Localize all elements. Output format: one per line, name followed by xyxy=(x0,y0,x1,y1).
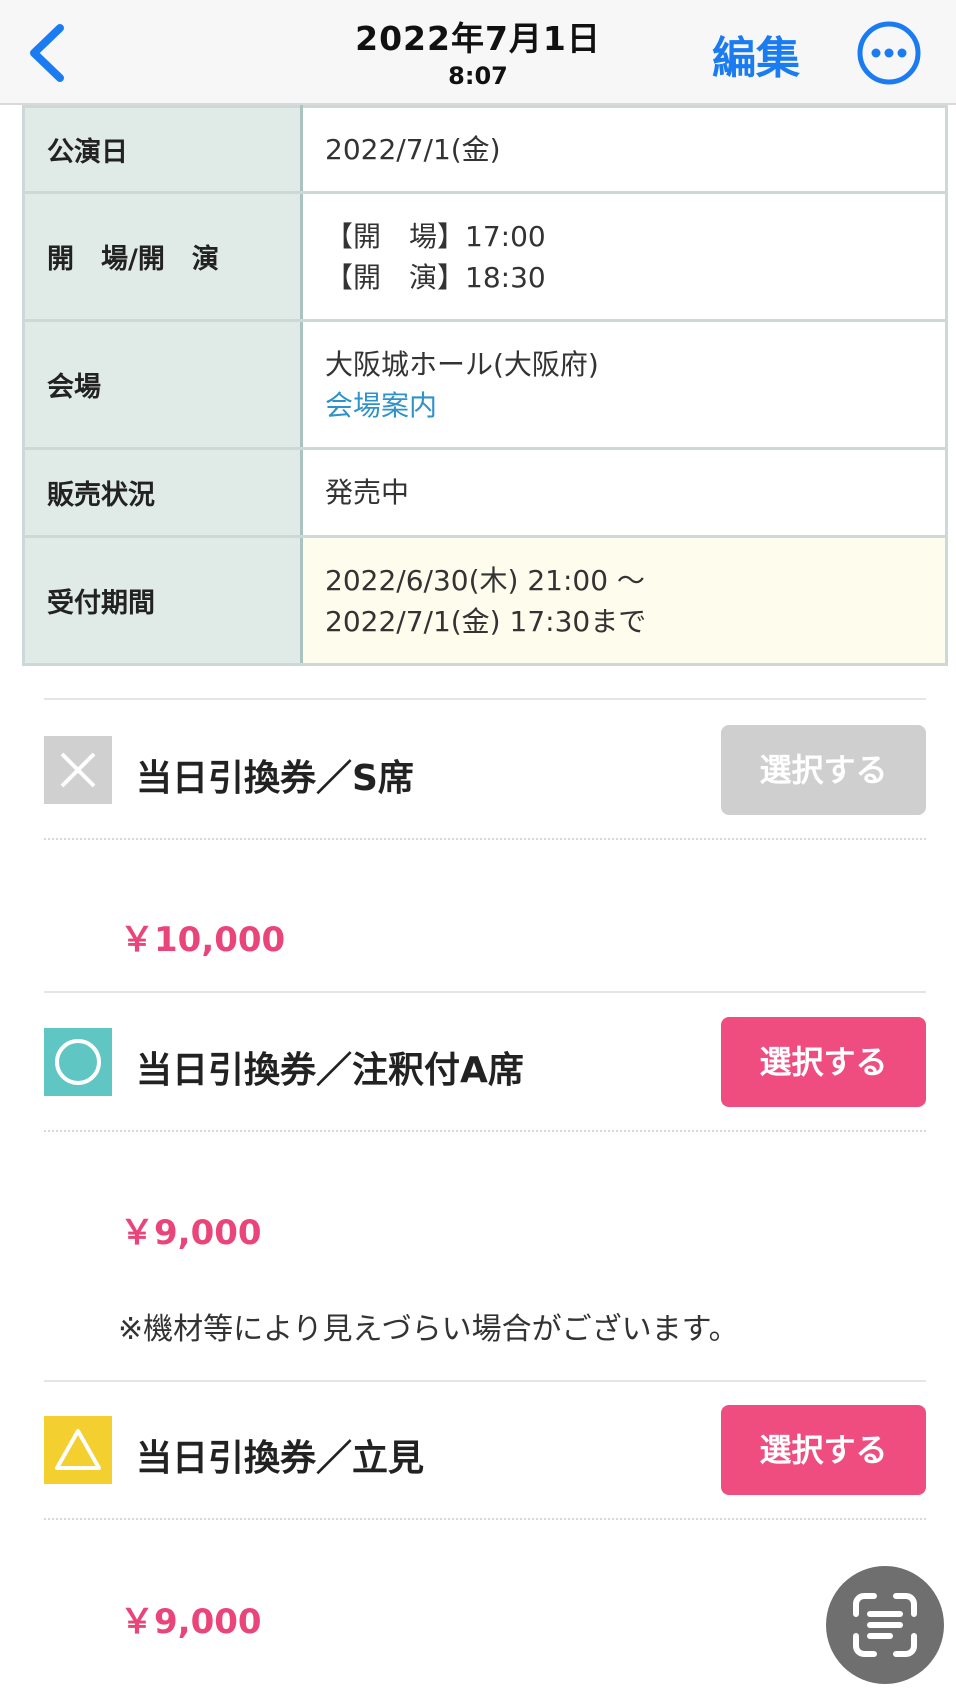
ticket-name: 当日引換券／立見 xyxy=(136,1438,425,1479)
info-row-status: 販売状況 発売中 xyxy=(22,447,948,538)
select-button-standing[interactable]: 選択する xyxy=(721,1405,926,1495)
ticket-row-standing: 当日引換券／立見 選択する xyxy=(44,1405,926,1495)
info-value-line: 【開 演】18:30 xyxy=(325,260,546,294)
select-button-s-seat[interactable]: 選択する xyxy=(721,725,926,815)
cross-icon xyxy=(44,736,112,804)
info-value-date: 2022/7/1(金) xyxy=(300,105,948,194)
info-row-times: 開 場/開 演 【開 場】17:00 【開 演】18:30 xyxy=(22,191,948,322)
info-value-status: 発売中 xyxy=(300,447,948,538)
info-value-venue: 大阪城ホール(大阪府) 会場案内 xyxy=(300,319,948,450)
more-icon xyxy=(857,21,921,85)
performance-info-table: 公演日 2022/7/1(金) 開 場/開 演 【開 場】17:00 【開 演】… xyxy=(22,105,948,666)
ticket-price: ￥9,000 xyxy=(120,1602,262,1642)
scan-text-button[interactable] xyxy=(826,1566,944,1684)
divider xyxy=(44,1518,926,1520)
info-row-venue: 会場 大阪城ホール(大阪府) 会場案内 xyxy=(22,319,948,450)
divider xyxy=(44,991,926,993)
info-label-date: 公演日 xyxy=(22,105,303,194)
ticket-name: 当日引換券／注釈付A席 xyxy=(136,1050,524,1091)
page-title-time: 8:07 xyxy=(448,62,508,90)
info-row-date: 公演日 2022/7/1(金) xyxy=(22,105,948,194)
page-title-date: 2022年7月1日 xyxy=(355,19,601,58)
ticket-name: 当日引換券／S席 xyxy=(136,758,414,799)
info-value-line: 発売中 xyxy=(325,476,410,509)
select-button-a-seat[interactable]: 選択する xyxy=(721,1017,926,1107)
info-value-line: 2022/7/1(金) 17:30まで xyxy=(325,604,647,638)
divider xyxy=(44,838,926,840)
info-label-venue: 会場 xyxy=(22,319,303,450)
info-row-period: 受付期間 2022/6/30(木) 21:00 〜 2022/7/1(金) 17… xyxy=(22,535,948,666)
ticket-row-a-seat: 当日引換券／注釈付A席 選択する xyxy=(44,1017,926,1107)
ticket-note: ※機材等により見えづらい場合がございます。 xyxy=(118,1312,739,1347)
title-block: 2022年7月1日 8:07 xyxy=(0,12,956,90)
divider xyxy=(44,1130,926,1132)
ticket-price: ￥10,000 xyxy=(120,920,286,960)
scan-text-icon xyxy=(853,1593,917,1657)
info-value-line: 2022/6/30(木) 21:00 〜 xyxy=(325,563,645,597)
more-button[interactable] xyxy=(856,20,922,86)
ticket-price: ￥9,000 xyxy=(120,1213,262,1253)
info-value-times: 【開 場】17:00 【開 演】18:30 xyxy=(300,191,948,322)
edit-button[interactable]: 編集 xyxy=(712,22,800,86)
info-label-times: 開 場/開 演 xyxy=(22,191,303,322)
info-value-line: 【開 場】17:00 xyxy=(325,219,546,253)
info-value-line: 大阪城ホール(大阪府) xyxy=(325,347,599,381)
ticket-row-s-seat: 当日引換券／S席 選択する xyxy=(44,725,926,815)
info-value-period: 2022/6/30(木) 21:00 〜 2022/7/1(金) 17:30まで xyxy=(300,535,948,666)
navigation-bar: 2022年7月1日 8:07 編集 xyxy=(0,0,956,105)
circle-icon xyxy=(44,1028,112,1096)
venue-guide-link[interactable]: 会場案内 xyxy=(325,385,945,426)
info-label-status: 販売状況 xyxy=(22,447,303,538)
triangle-icon xyxy=(44,1416,112,1484)
info-label-period: 受付期間 xyxy=(22,535,303,666)
info-value-line: 2022/7/1(金) xyxy=(325,133,501,166)
divider xyxy=(44,698,926,700)
divider xyxy=(44,1380,926,1382)
